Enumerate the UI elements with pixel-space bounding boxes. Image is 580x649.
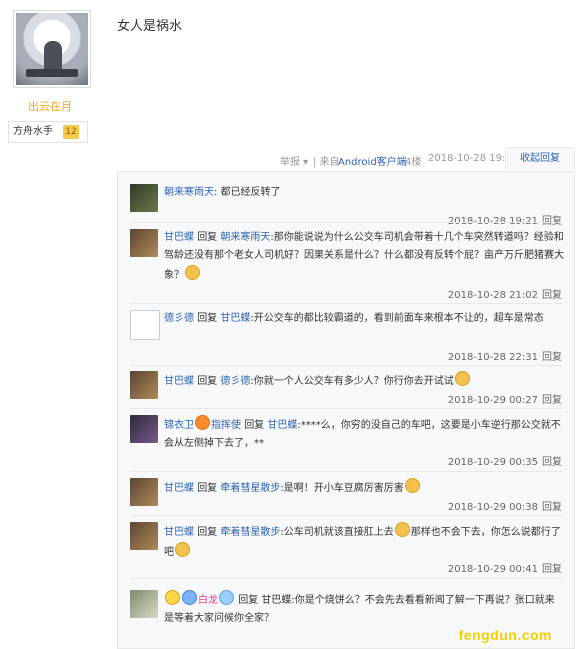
reply-target[interactable]: 德彡德 — [220, 376, 250, 387]
author-badge[interactable]: 方舟水手 12 — [8, 121, 88, 143]
client-link[interactable]: Android客户端 — [338, 153, 407, 168]
reply-target[interactable]: 甘巴蝶 — [261, 595, 291, 606]
reply-username[interactable]: 甘巴蝶 — [164, 232, 194, 243]
reply-username[interactable]: 德彡德 — [164, 313, 194, 324]
divider — [130, 365, 562, 366]
report-link[interactable]: 举报 ▾ — [280, 153, 308, 168]
author-avatar-image — [16, 13, 88, 85]
reply-target[interactable]: 甘巴蝶 — [220, 313, 250, 324]
reply-time: 2018-10-28 21:02 — [447, 290, 538, 301]
reply-text: :是啊！开小车豆腐厉害厉害 — [280, 483, 404, 494]
post-content: 女人是祸水 — [117, 19, 183, 34]
reply-button[interactable]: 回复 — [542, 564, 562, 575]
reply-meta: 2018-10-29 00:35 回复 — [448, 453, 562, 468]
divider — [130, 578, 562, 579]
reply-button[interactable]: 回复 — [542, 502, 562, 513]
flame-icon — [195, 415, 210, 430]
badge-name: 方舟水手 — [13, 126, 53, 137]
floor-number: 4楼 — [405, 157, 422, 168]
reply-list: 朝来寒雨天: 都已经反转了 2018-10-28 19:21回复 甘巴蝶 回复 … — [117, 171, 575, 649]
reply-text: :开公交车的都比较霸道的，看到前面车来根本不让的，超车是常态 — [250, 313, 544, 324]
divider — [130, 471, 562, 472]
reply-target[interactable]: 甘巴蝶 — [267, 420, 297, 431]
divider — [130, 515, 562, 516]
collapse-replies-button[interactable]: 收起回复 — [505, 147, 575, 170]
reply-avatar[interactable] — [130, 229, 158, 257]
reply-meta: 2018-10-29 00:38 回复 — [448, 498, 562, 513]
reply-avatar[interactable] — [130, 415, 158, 443]
reply-meta: 2018-10-28 21:02 回复 — [448, 286, 562, 301]
smile-emoji-icon — [404, 478, 420, 493]
reply-meta: 2018-10-28 19:21回复 — [448, 212, 562, 227]
reply-username-suffix[interactable]: 指挥使 — [211, 420, 241, 431]
divider — [130, 408, 562, 409]
smile-emoji-icon — [394, 522, 410, 537]
reply-button[interactable]: 回复 — [542, 457, 562, 468]
author-name[interactable]: 出云在月 — [0, 98, 100, 114]
reply-time: 2018-10-29 00:38 — [447, 502, 538, 513]
reply-button[interactable]: 回复 — [542, 352, 562, 363]
reply-word: 回复 — [244, 420, 265, 431]
badge-icon — [219, 590, 234, 605]
reply-time: 2018-10-29 00:35 — [447, 457, 538, 468]
author-avatar[interactable] — [13, 10, 91, 88]
badge-level: 12 — [63, 125, 79, 139]
reply-username[interactable]: 甘巴蝶 — [164, 483, 194, 494]
reply-meta: 2018-10-28 22:31 回复 — [448, 348, 562, 363]
reply-text: : 都已经反转了 — [214, 187, 281, 198]
reply-username[interactable]: 朝来寒雨天 — [164, 187, 214, 198]
reply-time: 2018-10-28 22:31 — [447, 352, 538, 363]
reply-target[interactable]: 牵着彗星散步 — [220, 527, 280, 538]
divider — [130, 303, 562, 304]
reply-avatar[interactable] — [130, 184, 158, 212]
author-panel: 出云在月 方舟水手 12 — [0, 0, 100, 649]
reply-text: :你就一个人公交车有多少人？你行你去开试试 — [250, 376, 454, 387]
reply-meta: 2018-10-29 00:27 回复 — [448, 391, 562, 406]
source-separator: | 来自 — [313, 157, 340, 168]
reply-word: 回复 — [197, 483, 218, 494]
reply-username[interactable]: 白龙 — [198, 595, 218, 606]
reply-username[interactable]: 甘巴蝶 — [164, 527, 194, 538]
reply-username[interactable]: 锦衣卫 — [164, 420, 194, 431]
reply-meta: 2018-10-29 00:41 回复 — [448, 560, 562, 575]
watermark: fengdun.com — [458, 627, 552, 643]
reply-target[interactable]: 牵着彗星散步 — [220, 483, 280, 494]
reply-text: :公车司机就该直接肛上去 — [280, 527, 394, 538]
smile-emoji-icon — [454, 371, 470, 386]
reply-button[interactable]: 回复 — [542, 395, 562, 406]
reply-word: 回复 — [197, 527, 218, 538]
post-tail: 举报 ▾ | 来自 Android客户端 4楼 2018-10-28 19:20… — [280, 147, 575, 170]
reply-avatar[interactable] — [130, 310, 160, 340]
badge-icon — [182, 590, 197, 605]
reply-avatar[interactable] — [130, 478, 158, 506]
reply-time: 2018-10-29 00:41 — [447, 564, 538, 575]
reply-word: 回复 — [197, 313, 218, 324]
smile-emoji-icon — [175, 542, 190, 557]
reply-word: 回复 — [197, 376, 218, 387]
reply-avatar[interactable] — [130, 371, 158, 399]
divider — [130, 222, 562, 223]
reply-word: 回复 — [238, 595, 259, 606]
badge-icon — [165, 590, 180, 605]
reply-button[interactable]: 回复 — [542, 290, 562, 301]
reply-avatar[interactable] — [130, 522, 158, 550]
reply-avatar[interactable] — [130, 590, 158, 618]
reply-target[interactable]: 朝来寒雨天 — [220, 232, 270, 243]
smile-emoji-icon — [185, 265, 200, 280]
reply-time: 2018-10-29 00:27 — [447, 395, 538, 406]
reply-username[interactable]: 甘巴蝶 — [164, 376, 194, 387]
reply-word: 回复 — [197, 232, 218, 243]
